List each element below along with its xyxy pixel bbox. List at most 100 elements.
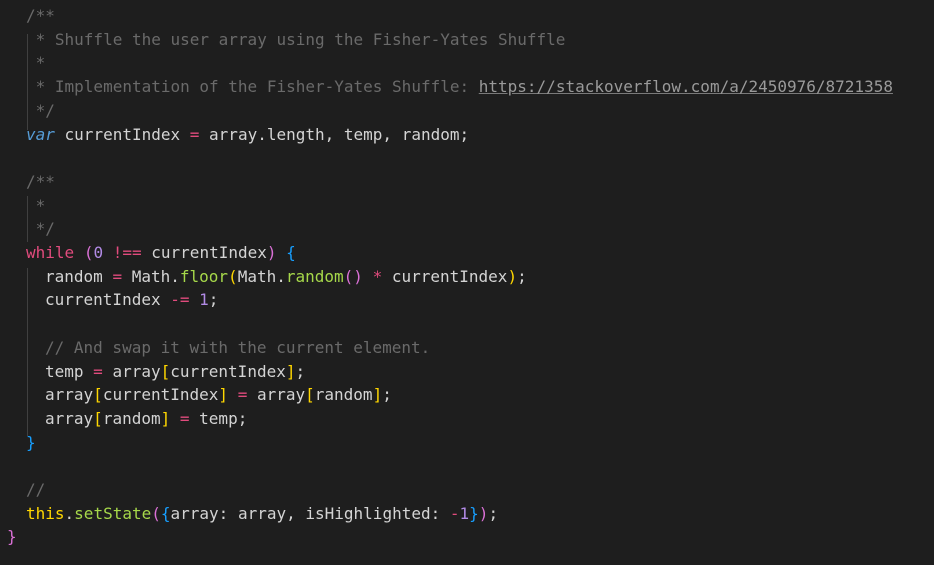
code-token: [ <box>93 385 103 405</box>
code-line: * <box>26 194 46 218</box>
code-token: temp <box>45 361 94 381</box>
code-token: [ <box>160 361 171 381</box>
code-token: */ <box>26 100 55 120</box>
code-line: random = Math.floor(Math.random() * curr… <box>45 265 527 289</box>
code-token: floor <box>179 266 229 286</box>
code-token: var <box>26 124 55 144</box>
code-token: * <box>372 266 383 286</box>
code-token: currentIndex <box>102 385 219 405</box>
code-token: setState <box>74 503 152 523</box>
code-token: ( <box>228 266 238 286</box>
code-token: array.length, temp, random; <box>199 124 470 144</box>
code-token: * <box>26 53 46 73</box>
code-token: array: array, isHighlighted: <box>170 503 450 523</box>
code-token: { <box>160 503 171 523</box>
code-token: !== <box>112 243 142 262</box>
code-token: ] <box>160 408 171 428</box>
code-token: currentIndex <box>170 361 286 381</box>
code-token: /** <box>26 6 55 25</box>
code-line: * Implementation of the Fisher-Yates Shu… <box>26 75 893 99</box>
code-token: /** <box>26 171 55 191</box>
code-line: * Shuffle the user array using the Fishe… <box>26 28 566 52</box>
code-token: - <box>449 503 460 523</box>
code-token: temp; <box>189 408 248 428</box>
code-token: Math. <box>237 266 286 286</box>
code-token: array <box>247 385 306 405</box>
code-token: this <box>26 503 65 523</box>
code-token: } <box>26 432 36 452</box>
code-token: } <box>7 527 17 547</box>
code-line: // And swap it with the current element. <box>45 336 430 360</box>
code-token: random <box>285 266 344 286</box>
code-token: * Shuffle the user array using the Fishe… <box>26 29 566 49</box>
code-token: = <box>189 124 200 144</box>
code-token: = <box>93 361 103 381</box>
code-token: 1 <box>459 503 470 523</box>
code-token: } <box>469 503 479 523</box>
code-token: . <box>64 503 75 523</box>
code-token: currentIndex <box>141 243 267 262</box>
code-token: currentIndex <box>54 124 190 144</box>
code-token: currentIndex <box>382 266 508 286</box>
code-line: */ <box>26 217 55 241</box>
code-line: temp = array[currentIndex]; <box>45 360 305 384</box>
code-token: array <box>45 385 94 405</box>
code-token: 0 <box>93 243 104 262</box>
code-token: currentIndex <box>45 290 171 310</box>
code-line: /** <box>26 170 55 194</box>
code-token: = <box>237 385 248 405</box>
code-token: ) <box>266 243 277 262</box>
code-line: } <box>7 525 17 549</box>
code-token: random <box>45 266 113 286</box>
code-line: /** <box>26 4 55 28</box>
indent-guide <box>27 268 28 436</box>
code-token: ; <box>488 503 499 523</box>
code-token: array <box>102 361 161 381</box>
code-line: array[currentIndex] = array[random]; <box>45 383 392 407</box>
code-token: [ <box>93 408 103 428</box>
code-line: * <box>26 51 46 75</box>
code-line: // <box>26 478 45 502</box>
code-token: ; <box>208 290 219 310</box>
code-token: random <box>314 385 373 405</box>
code-token: */ <box>26 219 55 239</box>
code-line: while (0 !== currentIndex) { <box>26 241 296 265</box>
code-line: currentIndex -= 1; <box>45 288 218 312</box>
code-token: 1 <box>199 290 209 310</box>
code-line: array[random] = temp; <box>45 407 247 431</box>
code-token: ] <box>372 385 383 405</box>
code-token: ( <box>83 243 94 262</box>
code-token: { <box>286 243 296 262</box>
code-token: () <box>343 266 363 286</box>
code-line: } <box>26 431 36 455</box>
code-token: ) <box>507 266 518 286</box>
code-line: this.setState({array: array, isHighlight… <box>26 502 498 526</box>
code-token: -= <box>170 290 190 310</box>
code-token: ) <box>478 503 489 523</box>
code-token: [ <box>305 385 315 405</box>
code-token: ; <box>517 266 527 286</box>
code-token: // And swap it with the current element. <box>45 337 431 357</box>
code-line: var currentIndex = array.length, temp, r… <box>26 123 469 147</box>
code-link[interactable]: https://stackoverflow.com/a/2450976/8721… <box>479 77 893 96</box>
code-token: random <box>102 408 161 428</box>
code-token: ; <box>295 361 306 381</box>
code-token: Math. <box>122 266 180 286</box>
code-token: ; <box>382 385 392 405</box>
code-token: = <box>179 408 190 428</box>
code-editor[interactable]: /** * Shuffle the user array using the F… <box>0 0 934 565</box>
code-line: */ <box>26 99 55 123</box>
code-token: * <box>26 195 46 215</box>
code-token: * Implementation of the Fisher-Yates Shu… <box>26 77 479 97</box>
code-token: while <box>26 243 75 262</box>
code-token: array <box>45 408 94 428</box>
code-token: = <box>112 266 123 286</box>
code-token: ( <box>151 503 161 523</box>
